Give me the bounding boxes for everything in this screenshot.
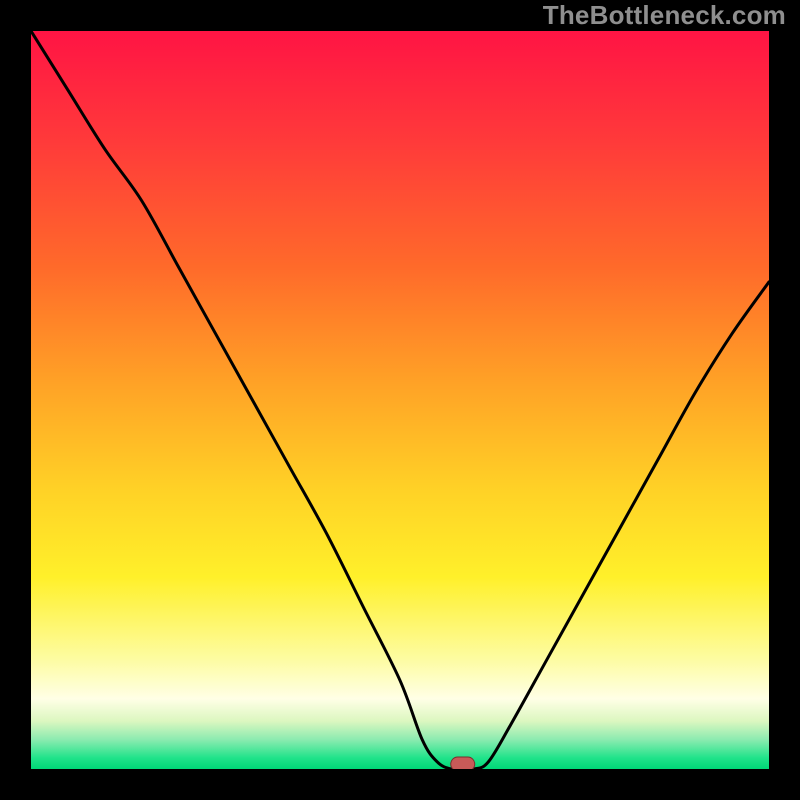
- chart-svg: [31, 31, 769, 769]
- gradient-background: [31, 31, 769, 769]
- chart-plot-area: [31, 31, 769, 769]
- optimal-point-marker: [451, 757, 475, 769]
- watermark-text: TheBottleneck.com: [543, 0, 786, 31]
- outer-frame: TheBottleneck.com: [0, 0, 800, 800]
